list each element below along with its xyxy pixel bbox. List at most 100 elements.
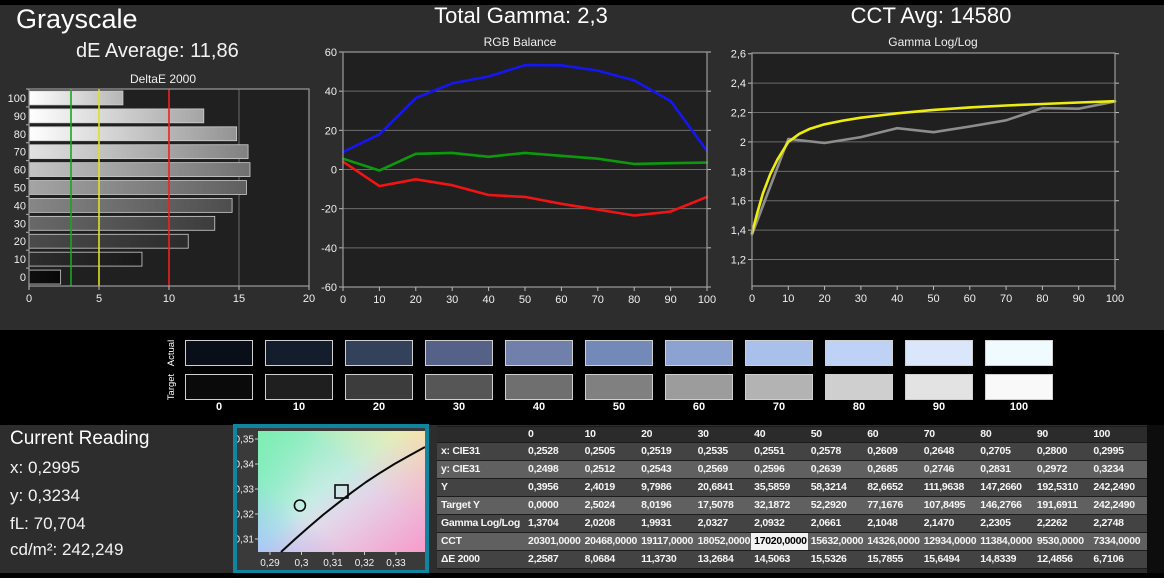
table-cell[interactable]: 2,2305 [977, 515, 1034, 532]
table-cell[interactable]: 13,2684 [694, 551, 752, 568]
table-cell[interactable]: 2,2587 [525, 551, 582, 568]
table-cell[interactable]: 2,1470 [920, 515, 978, 532]
measurement-table-grid: 0 10 20 30 40 50 60 70 80 90 100 x: CIE31 0,2528 0,25… [437, 426, 1147, 569]
table-cell[interactable]: 20468,0000 [581, 533, 639, 550]
table-cell[interactable]: 0,2551 [751, 443, 808, 460]
table-cell[interactable]: 0,2648 [920, 443, 978, 460]
table-cell[interactable]: 1,3704 [525, 515, 582, 532]
axis-tick-label: 0 [340, 294, 346, 306]
bar-category-label: 30 [14, 218, 26, 230]
table-cell[interactable]: 77,1676 [864, 497, 921, 514]
table-cell[interactable]: 0,2569 [694, 461, 752, 478]
table-cell[interactable]: 12934,0000 [920, 533, 978, 550]
table-cell[interactable]: 14326,0000 [864, 533, 921, 550]
table-cell[interactable]: 18052,0000 [694, 533, 752, 550]
table-cell[interactable]: 14,5063 [751, 551, 808, 568]
table-cell[interactable]: 2,0327 [694, 515, 752, 532]
table-cell[interactable]: 0,2519 [638, 443, 695, 460]
table-cell[interactable]: 58,3214 [807, 479, 865, 496]
table-cell[interactable]: 2,0932 [751, 515, 808, 532]
table-cell[interactable]: 52,2920 [807, 497, 865, 514]
table-cell[interactable]: 0,2512 [581, 461, 639, 478]
table-row-label: Y [437, 479, 526, 496]
table-cell[interactable]: 0,2596 [751, 461, 808, 478]
table-cell[interactable]: 8,0196 [638, 497, 695, 514]
table-cell[interactable]: 0,2995 [1090, 443, 1147, 460]
table-cell[interactable]: 6,7106 [1090, 551, 1147, 568]
table-cell[interactable]: 2,2262 [1033, 515, 1091, 532]
table-cell[interactable]: 15,7855 [864, 551, 921, 568]
table-cell[interactable]: 0,2746 [920, 461, 978, 478]
table-cell[interactable]: 15,5326 [807, 551, 865, 568]
table-cell[interactable]: 14,8339 [977, 551, 1034, 568]
actual-swatch-50 [585, 340, 653, 366]
table-cell[interactable]: 20301,0000 [525, 533, 582, 550]
table-cell[interactable]: 0,2639 [807, 461, 865, 478]
axis-tick-label: -20 [321, 204, 337, 216]
table-cell[interactable]: 0,2528 [525, 443, 582, 460]
bar-category-label: 60 [14, 165, 26, 177]
axis-tick-label: 10 [782, 293, 794, 305]
table-header-row: 0 10 20 30 40 50 60 70 80 90 100 [437, 427, 1147, 442]
table-row-target-y: Target Y 0,0000 2,5024 8,0196 17,5078 32,1872… [437, 497, 1147, 514]
table-cell[interactable]: 15632,0000 [807, 533, 865, 550]
table-cell[interactable]: 0,2609 [864, 443, 921, 460]
table-cell[interactable]: 0,3234 [1090, 461, 1147, 478]
table-cell[interactable]: 2,4019 [581, 479, 639, 496]
table-cell[interactable]: 35,5859 [751, 479, 808, 496]
deltae-bar [28, 251, 143, 267]
measurement-table: 0 10 20 30 40 50 60 70 80 90 100 x: CIE31 0,2528 0,25… [437, 426, 1147, 569]
table-cell[interactable]: 0,2800 [1033, 443, 1091, 460]
table-cell[interactable]: 2,2748 [1090, 515, 1147, 532]
table-cell[interactable]: 0,3956 [525, 479, 582, 496]
table-cell[interactable]: 8,0684 [581, 551, 639, 568]
table-cell[interactable]: 111,9638 [920, 479, 978, 496]
table-cell[interactable]: 2,0208 [581, 515, 639, 532]
table-corner-cell [437, 427, 526, 442]
table-cell[interactable]: 2,1048 [864, 515, 921, 532]
table-cell-selected[interactable]: 17020,0000 [751, 533, 808, 550]
table-cell[interactable]: 242,2490 [1090, 479, 1147, 496]
reading-y-value: y: 0,3234 [10, 486, 80, 505]
table-cell[interactable]: 12,4856 [1033, 551, 1091, 568]
table-cell[interactable]: 147,2660 [977, 479, 1034, 496]
table-row-label: CCT [437, 533, 526, 550]
table-cell[interactable]: 1,9931 [638, 515, 695, 532]
axis-tick-label: 90 [664, 294, 676, 306]
swatch-level-label: 100 [1009, 401, 1029, 413]
table-cell[interactable]: 0,2498 [525, 461, 582, 478]
table-cell[interactable]: 17,5078 [694, 497, 752, 514]
table-cell[interactable]: 2,0661 [807, 515, 865, 532]
table-cell[interactable]: 32,1872 [751, 497, 808, 514]
table-cell[interactable]: 9,7986 [638, 479, 695, 496]
table-cell[interactable]: 0,2705 [977, 443, 1034, 460]
table-cell[interactable]: 0,2505 [581, 443, 639, 460]
table-cell[interactable]: 15,6494 [920, 551, 978, 568]
table-cell[interactable]: 107,8495 [920, 497, 978, 514]
axis-tick-label: 1,8 [731, 166, 746, 178]
table-cell[interactable]: 0,2578 [807, 443, 865, 460]
cie-chromaticity-panel[interactable]: 0,35 0,34 0,33 0,32 0,31 0,29 0,3 0,31 0,32 0,33 [233, 424, 429, 574]
table-cell[interactable]: 0,2535 [694, 443, 752, 460]
table-cell[interactable]: 0,2543 [638, 461, 695, 478]
table-cell[interactable]: 11,3730 [638, 551, 695, 568]
table-cell[interactable]: 20,6841 [694, 479, 752, 496]
table-cell[interactable]: 242,2490 [1090, 497, 1147, 514]
table-cell[interactable]: 0,0000 [525, 497, 582, 514]
table-column-header: 50 [807, 427, 865, 442]
table-cell[interactable]: 192,5310 [1033, 479, 1091, 496]
table-cell[interactable]: 0,2831 [977, 461, 1034, 478]
table-cell[interactable]: 82,6652 [864, 479, 921, 496]
table-cell[interactable]: 11384,0000 [977, 533, 1034, 550]
table-cell[interactable]: 2,5024 [581, 497, 639, 514]
table-cell[interactable]: 7334,0000 [1090, 533, 1147, 550]
table-cell[interactable]: 9530,0000 [1033, 533, 1091, 550]
table-cell[interactable]: 191,6911 [1033, 497, 1091, 514]
axis-tick-label: 40 [325, 86, 337, 98]
deltae-bar [28, 144, 249, 160]
axis-tick-label: 0,3 [295, 558, 309, 569]
table-cell[interactable]: 0,2972 [1033, 461, 1091, 478]
table-cell[interactable]: 19117,0000 [638, 533, 695, 550]
table-cell[interactable]: 146,2766 [977, 497, 1034, 514]
table-cell[interactable]: 0,2685 [864, 461, 921, 478]
